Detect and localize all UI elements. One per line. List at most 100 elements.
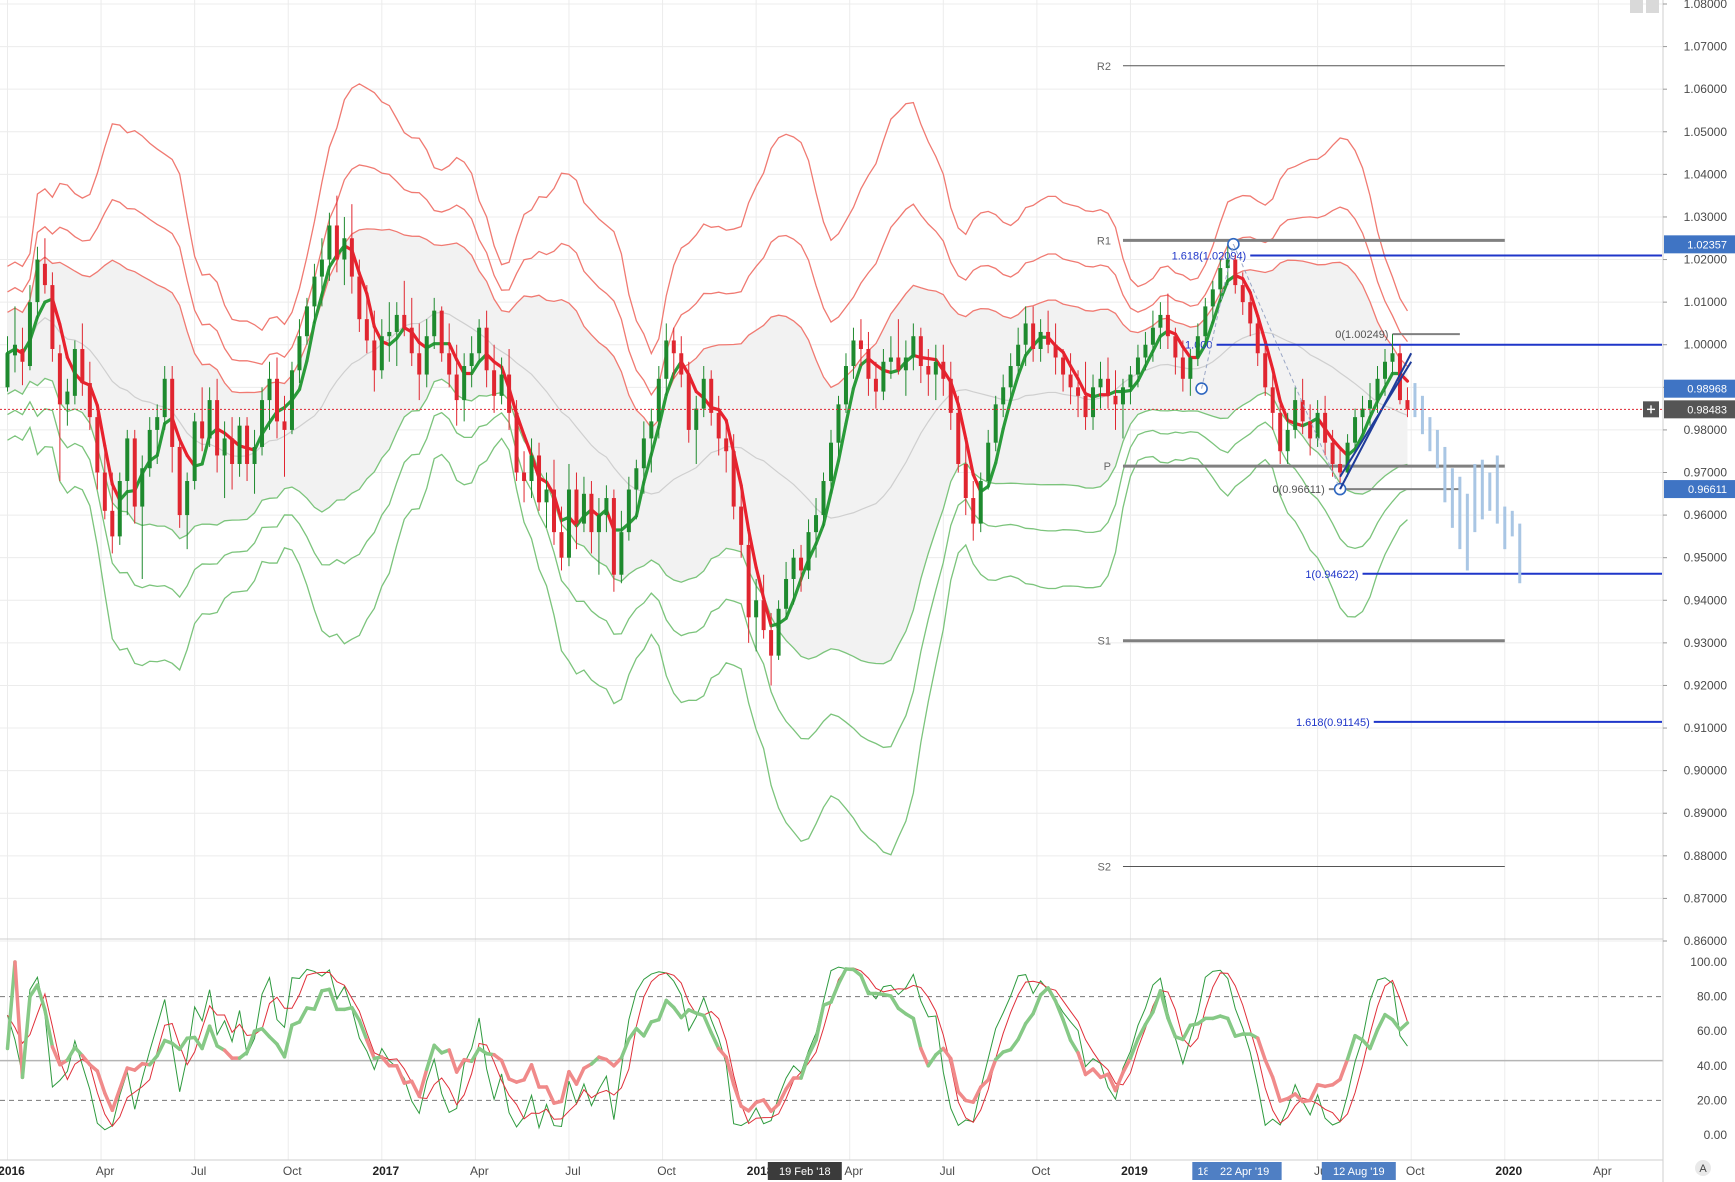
candle-body [185,481,190,516]
candle-body [102,472,107,511]
candle-body [1180,357,1185,379]
candle-body [694,408,699,430]
osc-strength-segment [859,973,871,996]
candle-body [933,361,938,375]
candle-body [409,327,414,354]
time-tick-label: Oct [657,1164,676,1178]
candle-body [1135,357,1140,375]
price-tick-label: 0.95000 [1684,551,1728,565]
candle-body [1233,259,1238,286]
candle-body [1053,344,1058,358]
candle-body [716,412,721,439]
osc-strength-segment [919,1046,931,1068]
candle-body [1031,323,1036,349]
osc-strength-segment [836,967,848,986]
fib-label: 1(0.94622) [1305,569,1358,581]
price-tick-label: 0.87000 [1684,891,1728,905]
candle-body [552,489,556,533]
time-tick-label: Jul [565,1164,580,1178]
candle-body [1165,314,1170,337]
candle-body [260,400,265,447]
candle-body [1150,327,1155,345]
candle-body [200,421,205,439]
price-tick-label: 0.91000 [1684,721,1728,735]
price-tick-label: 1.06000 [1684,82,1728,96]
candle-body [1338,463,1343,473]
osc-tick-label: 100.00 [1690,955,1727,969]
price-tick-label: 0.92000 [1684,678,1728,692]
candle-body [304,306,309,337]
osc-tick-label: 0.00 [1704,1128,1728,1142]
price-tick-label: 0.88000 [1684,849,1728,863]
candle-body [1046,331,1051,345]
candle-body [289,370,294,430]
candle-body [574,489,579,524]
candle-body [814,515,819,533]
candle-body [35,259,40,303]
candle-body [806,532,811,571]
candle-body [746,544,751,618]
osc-strength-segment [424,1043,436,1072]
price-tick-label: 0.97000 [1684,466,1728,480]
osc-strength-segment [1255,1036,1267,1062]
candle-body [776,608,781,656]
candle-body [1218,268,1223,290]
osc-strength-segment [889,994,901,1011]
candle-body [903,357,908,371]
candle-body [581,493,586,524]
candle-body [911,336,916,358]
candle-body [245,425,250,464]
candle-body [1023,323,1028,345]
candle-body [379,336,384,371]
fib-label: 1.618(0.91145) [1296,717,1370,729]
osc-strength-segment [574,1066,586,1086]
osc-strength-segment [1181,1023,1193,1042]
candle-body [1293,400,1298,430]
candle-body [821,481,826,516]
candle-body [641,438,646,469]
osc-strength-segment [1375,1012,1387,1032]
candle-body [1106,378,1110,396]
candle-body [1091,387,1096,418]
candle-body [177,446,182,516]
candle-body [1360,408,1365,418]
price-axis: 1.08000 1.07000 1.06000 1.05000 1.04000 1.030… [1662,0,1735,1182]
osc-strength-segment [1345,1033,1357,1061]
candle-body [522,472,527,482]
candle-body [971,498,976,524]
time-tick-label: 2019 [1121,1164,1148,1178]
candle-body [926,366,931,375]
osc-strength-segment [911,1016,923,1051]
candle-body [1278,412,1283,452]
time-badge-label: 22 Apr '19 [1220,1166,1269,1178]
candle-body [155,417,160,430]
time-tick-label: Apr [844,1164,863,1178]
candle-body [941,361,946,379]
candle-body [454,374,459,401]
candle-body [42,263,47,286]
candle-body [1383,361,1387,379]
candle-body [529,455,534,482]
candle-body [439,310,444,354]
candle-body [312,276,317,307]
osc-strength-segment [20,994,32,1080]
auto-scale-label: A [1699,1163,1707,1175]
candle-body [387,331,392,337]
candle-body [87,383,92,418]
candle-body [1323,412,1328,443]
candle-body [1263,353,1268,388]
candle-body [986,442,991,482]
osc-strength-segment [1263,1058,1275,1080]
price-chart[interactable]: R2R1PS1S2 1.618(1.02094)1.0000(1.00249)0… [0,0,1735,1182]
price-tick-label: 0.96000 [1684,508,1728,522]
candle-body [544,489,549,503]
candle-body [12,344,17,356]
osc-strength-segment [1166,1016,1178,1039]
candle-body [342,238,347,260]
candle-body [656,378,661,422]
candle-body [1375,378,1380,401]
osc-strength-segment [312,989,324,1011]
candle-body [357,276,362,320]
candle-body [1038,331,1043,349]
candle-body [484,327,489,371]
